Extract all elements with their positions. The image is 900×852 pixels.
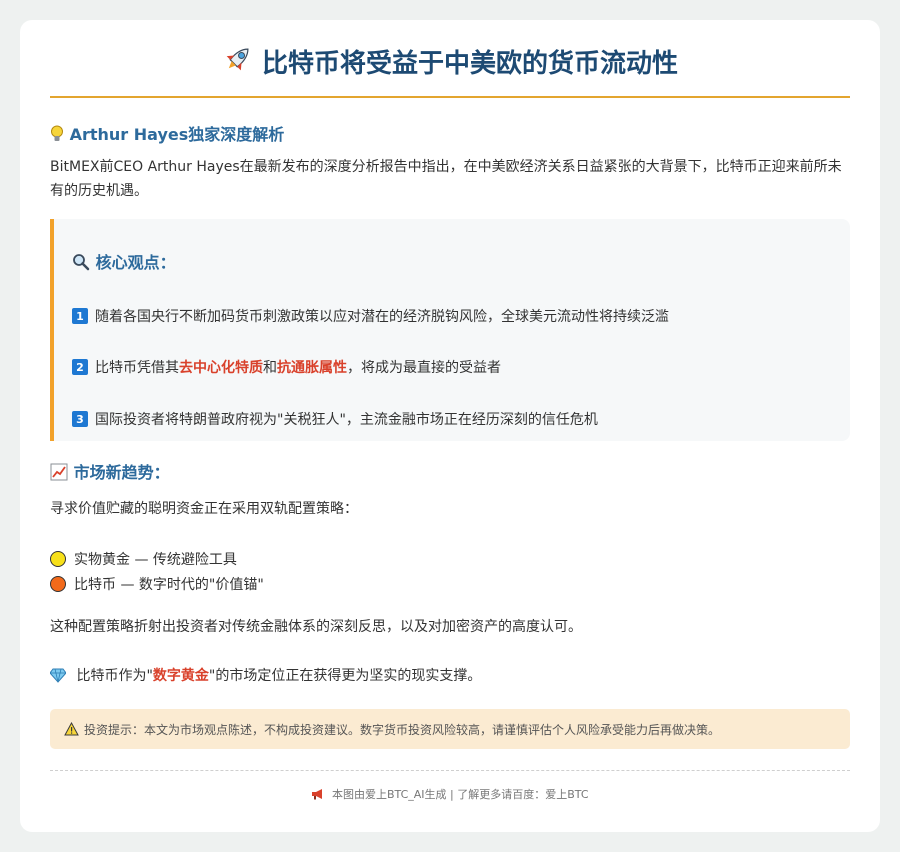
notice-text: 投资提示：本文为市场观点陈述，不构成投资建议。数字货币投资风险较高，请谨慎评估个…	[84, 722, 721, 737]
article-card: 比特币将受益于中美欧的货币流动性 Arthur Hayes独家深度解析 BitM…	[20, 20, 880, 832]
trend-heading: 市场新趋势：	[50, 459, 170, 483]
core-point-text: 国际投资者将特朗普政府视为"关税狂人"，主流金融市场正在经历深刻的信任危机	[95, 412, 598, 428]
core-point-1: 1 随着各国央行不断加码货币刺激政策以应对潜在的经济脱钩风险，全球美元流动性将持…	[72, 306, 669, 326]
core-point-text: 和	[263, 360, 277, 376]
number-badge: 2	[72, 359, 88, 375]
analysis-heading-text: Arthur Hayes独家深度解析	[69, 125, 285, 144]
core-point-text: 随着各国央行不断加码货币刺激政策以应对潜在的经济脱钩风险，全球美元流动性将持续泛…	[95, 309, 669, 325]
core-point-3: 3 国际投资者将特朗普政府视为"关税狂人"，主流金融市场正在经历深刻的信任危机	[72, 409, 598, 429]
magnifier-icon	[72, 253, 96, 272]
page-title: 比特币将受益于中美欧的货币流动性	[261, 48, 678, 79]
lightbulb-icon	[50, 125, 70, 144]
gem-text: "的市场定位正在获得更为坚实的现实支撑。	[208, 668, 482, 684]
number-badge: 3	[72, 411, 88, 427]
highlight-decentralized: 去中心化特质	[179, 360, 263, 376]
yellow-circle-icon	[50, 551, 66, 567]
core-points-box: 核心观点： 1 随着各国央行不断加码货币刺激政策以应对潜在的经济脱钩风险，全球美…	[50, 219, 850, 441]
number-badge: 1	[72, 308, 88, 324]
trend-intro: 寻求价值贮藏的聪明资金正在采用双轨配置策略：	[50, 501, 358, 517]
orange-circle-icon	[50, 576, 66, 592]
gem-icon	[49, 668, 76, 684]
footer-divider	[50, 770, 850, 771]
warning-icon	[64, 721, 84, 737]
gem-paragraph: 比特币作为"数字黄金"的市场定位正在获得更为坚实的现实支撑。	[49, 665, 482, 685]
chart-up-icon	[50, 463, 74, 482]
investment-notice: 投资提示：本文为市场观点陈述，不构成投资建议。数字货币投资风险较高，请谨慎评估个…	[50, 709, 850, 749]
footer-text: 本图由爱上BTC_AI生成 | 了解更多请百度：爱上BTC	[331, 788, 589, 801]
gem-text: 比特币作为"	[76, 668, 153, 684]
megaphone-icon	[311, 788, 332, 801]
trend-item-gold: 实物黄金 — 传统避险工具	[50, 549, 237, 569]
title-row: 比特币将受益于中美欧的货币流动性	[50, 20, 850, 98]
core-heading: 核心观点：	[72, 249, 176, 273]
core-point-2: 2 比特币凭借其 去中心化特质和抗通胀属性 ，将成为最直接的受益者	[72, 357, 501, 377]
rocket-icon	[222, 43, 254, 79]
trend-item-bitcoin: 比特币 — 数字时代的"价值锚"	[50, 574, 264, 594]
trend-item-text: 实物黄金 — 传统避险工具	[74, 552, 237, 568]
core-point-text: 比特币凭借其	[95, 360, 179, 376]
reflection-paragraph: 这种配置策略折射出投资者对传统金融体系的深刻反思，以及对加密资产的高度认可。	[50, 619, 582, 635]
trend-heading-text: 市场新趋势：	[73, 463, 170, 482]
analysis-heading: Arthur Hayes独家深度解析	[50, 121, 284, 145]
highlight-anti-inflation: 抗通胀属性	[277, 360, 347, 376]
intro-paragraph: BitMEX前CEO Arthur Hayes在最新发布的深度分析报告中指出，在…	[50, 159, 842, 199]
core-heading-text: 核心观点：	[95, 253, 176, 272]
highlight-digital-gold: 数字黄金	[152, 668, 209, 684]
footer: 本图由爱上BTC_AI生成 | 了解更多请百度：爱上BTC	[50, 786, 850, 802]
core-point-text: ，将成为最直接的受益者	[347, 360, 501, 376]
trend-item-text: 比特币 — 数字时代的"价值锚"	[74, 577, 264, 593]
